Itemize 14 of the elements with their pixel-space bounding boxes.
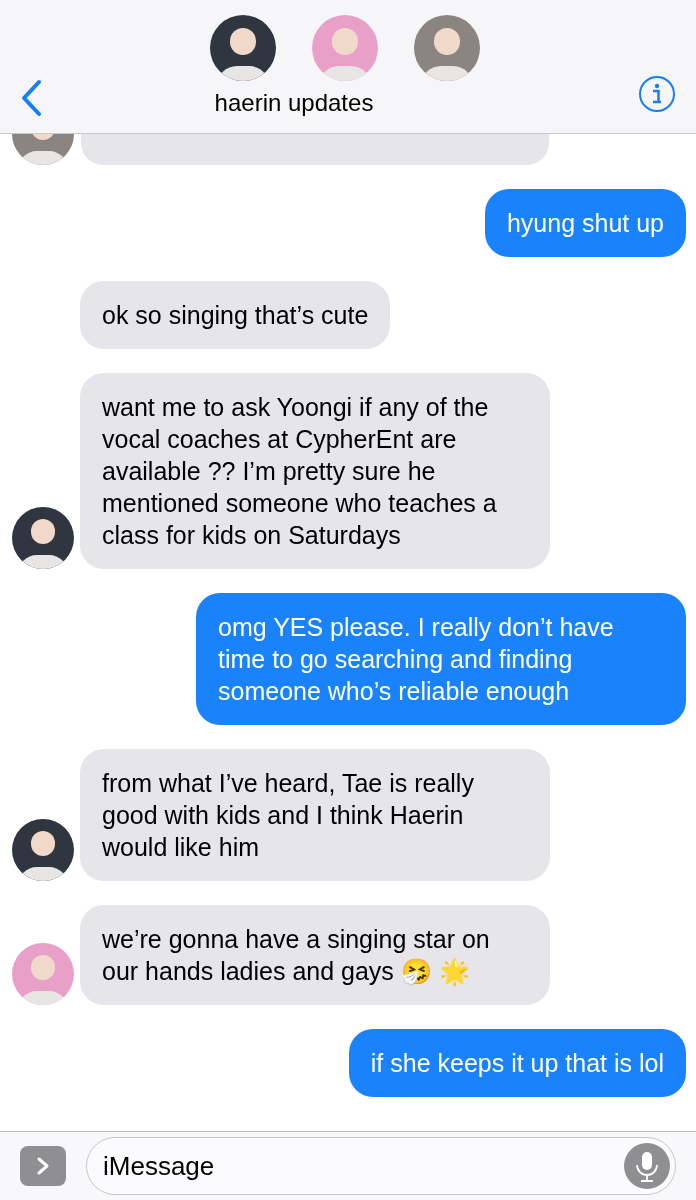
message-bubble: we’re gonna have a singing star on our hands ladies and gays 🤧 🌟 (80, 905, 550, 1005)
message-bubble: want me to ask Yoongi if any of the vocal coaches at CypherEnt are available ?? I’m pretty sure he mentioned someone who teaches a class for kids on Saturdays (80, 373, 550, 569)
message-bubble: if she keeps it up that is lol (348, 1029, 686, 1097)
info-icon[interactable] (638, 75, 676, 113)
back-icon[interactable] (20, 79, 42, 117)
message-bubble: hyung shut up (484, 189, 686, 257)
chevron-icon (36, 1156, 50, 1176)
group-title: haerin updates (214, 88, 374, 118)
message-field[interactable]: iMessage (86, 1137, 676, 1195)
message-bubble: from what I’ve heard, Tae is really good with kids and I think Haerin would like him (80, 749, 550, 881)
apps-button[interactable] (20, 1146, 66, 1186)
message-bubble: ok so singing that’s cute (80, 281, 391, 349)
message-bubble: omg YES please. I really don’t have time to go searching and finding someone who’s reliable enough (196, 593, 686, 725)
microphone-icon[interactable] (624, 1143, 670, 1189)
